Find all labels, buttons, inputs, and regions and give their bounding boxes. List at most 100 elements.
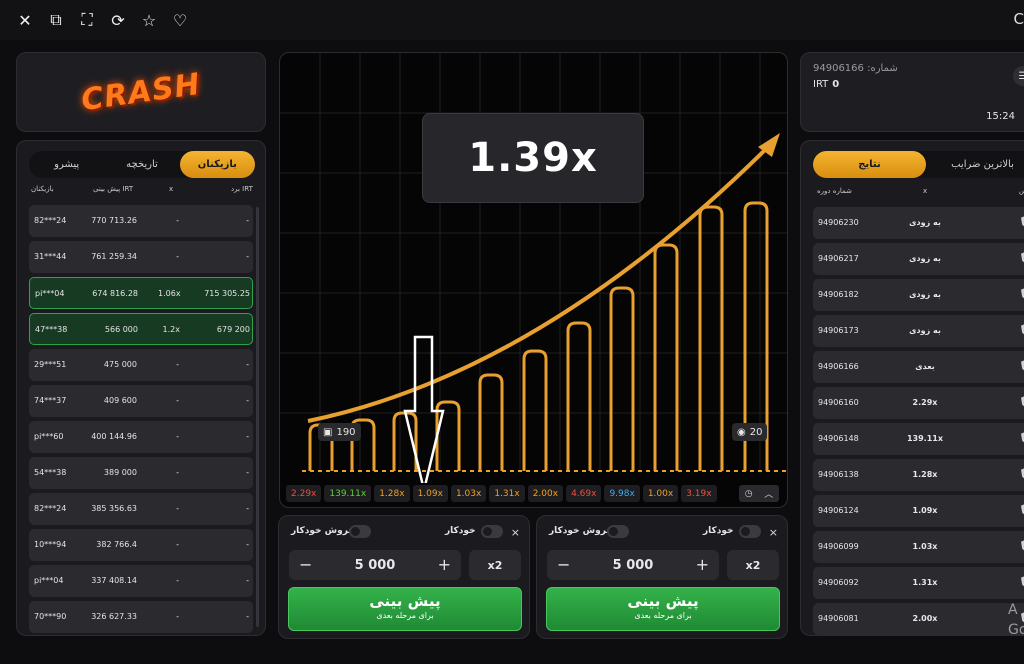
result-value: 2.29x <box>912 398 938 407</box>
player-win: 679 200 <box>216 325 250 334</box>
restore-icon[interactable]: ⧉ <box>47 10 65 29</box>
player-name: 31***44 <box>34 252 67 261</box>
player-bet: 475 000 <box>103 360 137 369</box>
history-chip[interactable]: 3.19x <box>681 485 717 502</box>
account-info-panel: 94906166 :شماره IRT 0 15:24 ☰ <box>800 52 1024 132</box>
player-multiplier: - <box>176 612 179 621</box>
tab-results[interactable]: نتایج <box>813 151 926 178</box>
player-win: - <box>246 252 249 261</box>
history-chip[interactable]: 4.69x <box>566 485 602 502</box>
header-bet: پیش بینی IRT <box>93 185 134 193</box>
history-chip[interactable]: 1.00x <box>642 485 679 502</box>
place-bet-button[interactable]: پیش بینی برای مرحله بعدی <box>288 587 522 631</box>
players-scrollbar[interactable] <box>256 207 259 627</box>
clock: 15:24 <box>986 111 1015 122</box>
result-value: 1.03x <box>912 542 938 551</box>
player-win: - <box>246 396 249 405</box>
window-title-fragment: C <box>1013 10 1024 28</box>
result-round-id: 94906166 <box>818 362 859 371</box>
player-name: 47***38 <box>35 325 68 334</box>
result-row[interactable]: 94906217 به زودی <box>813 243 1024 275</box>
player-multiplier: 1.06x <box>158 289 181 298</box>
result-row[interactable]: 94906182 به زودی <box>813 279 1024 311</box>
player-row: 31***44 761 259.34 - - <box>29 241 253 273</box>
result-row[interactable]: 94906092 1.31x <box>813 567 1024 599</box>
history-chip[interactable]: 1.03x <box>450 485 487 502</box>
header-user: بازیکنان <box>31 185 54 193</box>
result-round-id: 94906138 <box>818 470 859 479</box>
player-bet: 389 000 <box>103 468 137 477</box>
players-tabs: پیشرو تاریخچه بازیکنان <box>29 151 255 178</box>
double-button[interactable]: x2 <box>727 550 779 580</box>
tab-players[interactable]: بازیکنان <box>179 151 255 178</box>
auto-cashout-toggle[interactable] <box>349 525 371 538</box>
activate-windows-watermark: A Go <box>1008 602 1024 638</box>
player-name: 54***38 <box>34 468 67 477</box>
result-row[interactable]: 94906138 1.28x <box>813 459 1024 491</box>
player-bet: 400 144.96 <box>91 432 137 441</box>
double-button[interactable]: x2 <box>469 550 521 580</box>
player-multiplier: - <box>176 216 179 225</box>
player-bet: 382 766.4 <box>96 540 137 549</box>
player-win: - <box>246 468 249 477</box>
header-x: x <box>923 187 928 195</box>
fullscreen-icon[interactable]: ⛶ <box>78 10 96 29</box>
round-number: 94906166 :شماره <box>813 63 898 74</box>
player-row: pi***04 674 816.28 1.06x 715 305.25 <box>29 277 253 309</box>
result-row[interactable]: 94906148 139.11x <box>813 423 1024 455</box>
player-row: 82***24 385 356.63 - - <box>29 493 253 525</box>
bet-panel-1: فروش خودکار خودکار × − 5 000 + x2 پیش بی… <box>278 515 530 639</box>
history-chip[interactable]: 2.29x <box>286 485 322 502</box>
history-chip[interactable]: 1.31x <box>489 485 525 502</box>
result-row[interactable]: 94906230 به زودی <box>813 207 1024 239</box>
history-chip[interactable]: 1.09x <box>412 485 448 502</box>
history-chip[interactable]: 9.98x <box>604 485 640 502</box>
auto-bet-toggle[interactable] <box>739 525 761 538</box>
auto-bet-label: خودکار <box>703 526 734 536</box>
player-name: 10***94 <box>34 540 67 549</box>
history-chip[interactable]: 1.28x <box>374 485 410 502</box>
result-round-id: 94906148 <box>818 434 859 443</box>
history-chip[interactable]: 139.11x <box>324 485 372 502</box>
result-row[interactable]: 94906124 1.09x <box>813 495 1024 527</box>
heart-icon[interactable]: ♡ <box>171 11 189 30</box>
player-win: 715 305.25 <box>204 289 250 298</box>
tab-leaders[interactable]: پیشرو <box>29 151 104 178</box>
player-win: - <box>246 216 249 225</box>
bet-amount-input[interactable]: 5 000 <box>289 558 461 573</box>
player-bet: 761 259.34 <box>91 252 137 261</box>
plus-button[interactable]: + <box>438 555 451 574</box>
plus-button[interactable]: + <box>696 555 709 574</box>
graph-bars <box>308 201 769 471</box>
player-bet: 566 000 <box>104 325 138 334</box>
bet-amount-input[interactable]: 5 000 <box>547 558 719 573</box>
result-value: 2.00x <box>912 614 938 623</box>
tab-history[interactable]: تاریخچه <box>104 151 179 178</box>
player-multiplier: 1.2x <box>162 325 180 334</box>
result-row[interactable]: 94906173 به زودی <box>813 315 1024 347</box>
close-icon[interactable]: × <box>511 526 520 539</box>
player-row: 54***38 389 000 - - <box>29 457 253 489</box>
result-row[interactable]: 94906081 2.00x <box>813 603 1024 635</box>
result-round-id: 94906182 <box>818 290 859 299</box>
result-row[interactable]: 94906099 1.03x <box>813 531 1024 563</box>
auto-bet-toggle[interactable] <box>481 525 503 538</box>
results-panel: نتایج بالاترین ضرایب شماره دوره x س 9490… <box>800 140 1024 636</box>
refresh-icon[interactable]: ⟳ <box>109 11 127 30</box>
header-round: شماره دوره <box>817 187 852 195</box>
close-icon[interactable]: × <box>769 526 778 539</box>
result-row[interactable]: 94906166 بعدی <box>813 351 1024 383</box>
close-icon[interactable]: ✕ <box>16 11 34 30</box>
result-round-id: 94906092 <box>818 578 859 587</box>
auto-bet-label: خودکار <box>445 526 476 536</box>
place-bet-button[interactable]: پیش بینی برای مرحله بعدی <box>546 587 780 631</box>
auto-cashout-toggle[interactable] <box>607 525 629 538</box>
result-value: به زودی <box>909 218 941 227</box>
result-row[interactable]: 94906160 2.29x <box>813 387 1024 419</box>
star-icon[interactable]: ☆ <box>140 11 158 30</box>
player-row: 70***90 326 627.33 - - <box>29 601 253 633</box>
history-toggle-button[interactable]: ◷ ︿ <box>739 485 779 502</box>
menu-icon[interactable]: ☰ <box>1013 66 1024 86</box>
tab-top-multipliers[interactable]: بالاترین ضرایب <box>926 151 1024 178</box>
history-chip[interactable]: 2.00x <box>527 485 564 502</box>
